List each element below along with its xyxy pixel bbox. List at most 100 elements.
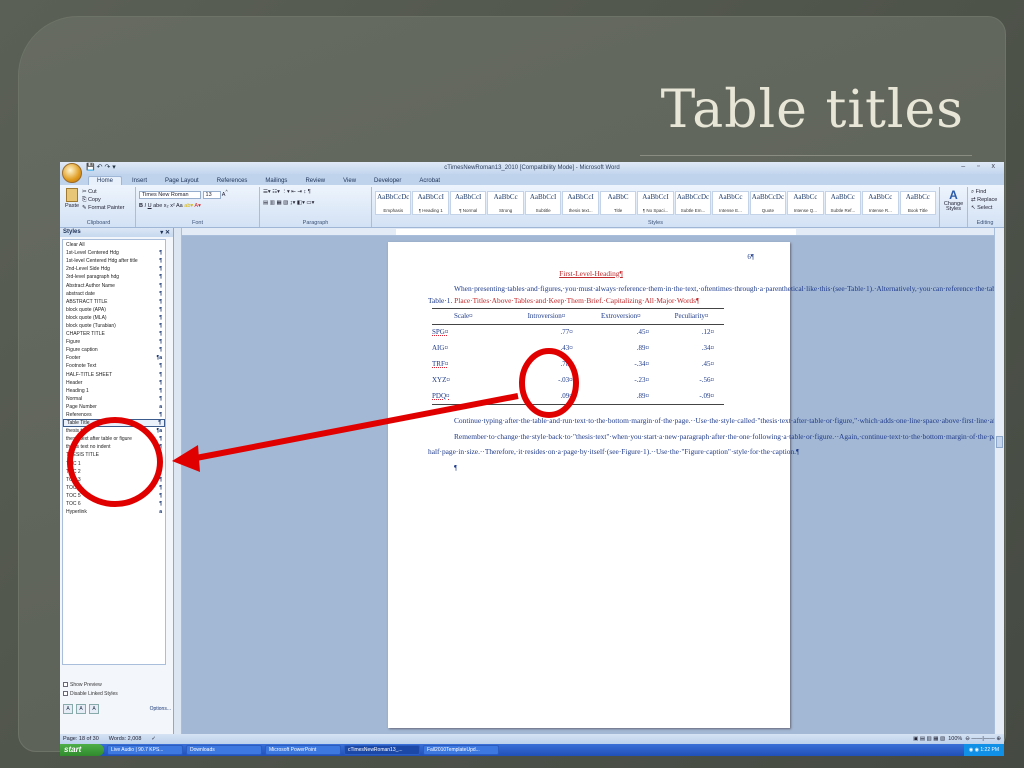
tab-mailings[interactable]: Mailings [257, 177, 295, 185]
word-count[interactable]: Words: 2,008 [109, 736, 142, 742]
style-list-item[interactable]: 1st-Level Centered Hdg ¶ [63, 249, 165, 257]
style-list-item[interactable]: CHAPTER TITLE ¶ [63, 330, 165, 338]
tab-home[interactable]: Home [88, 176, 123, 185]
style-gallery-item[interactable]: AaBbCcDc Quote [749, 191, 787, 215]
style-list-item[interactable]: Hyperlink a [63, 508, 165, 516]
new-style-icon[interactable]: A [63, 704, 73, 714]
style-list-item[interactable]: Heading 1 ¶ [63, 387, 165, 395]
tab-developer[interactable]: Developer [366, 177, 409, 185]
zoom-control[interactable]: ▣ ▤ ▥ ▦ ▧ 100% ⊖ ——|—— ⊕ [913, 736, 1001, 742]
style-list-item[interactable]: THESIS TITLE ¶ [63, 451, 165, 459]
list-buttons[interactable]: ☰▾ ☷▾ ⋮▾ ⇤ ⇥ ↕ ¶ [263, 188, 368, 196]
align-buttons[interactable]: ▤ ▥ ▦ ▧ ↨▾ ◧▾ ▭▾ [263, 199, 368, 207]
quick-access-toolbar[interactable]: 💾 ↶ ↷ ▾ [86, 163, 116, 171]
style-list-item[interactable]: 1st-level Centered Hdg after title ¶ [63, 257, 165, 265]
style-list-item[interactable]: Figure ¶ [63, 338, 165, 346]
tab-insert[interactable]: Insert [124, 177, 155, 185]
highlight-icon[interactable]: ab▾ [184, 203, 193, 209]
style-list-item[interactable]: ABSTRACT TITLE ¶ [63, 298, 165, 306]
proofing-icon[interactable]: ✓ [151, 736, 156, 742]
style-inspector-icon[interactable]: A [76, 704, 86, 714]
style-list-item[interactable]: 2nd-Level Side Hdg ¶ [63, 265, 165, 273]
style-gallery-item[interactable]: AaBbCcDc Subtle Em... [674, 191, 712, 215]
tab-review[interactable]: Review [297, 177, 333, 185]
style-list-item[interactable]: Clear All [63, 241, 165, 249]
style-gallery-item[interactable]: AaBbCc Strong [487, 191, 524, 215]
options-link[interactable]: Options... [150, 706, 171, 712]
office-button[interactable] [62, 163, 82, 183]
close-icon[interactable]: ▾ ✕ [160, 229, 170, 236]
style-list-item[interactable]: TOC 2 ¶ [63, 468, 165, 476]
font-color-icon[interactable]: A▾ [194, 203, 200, 209]
tab-view[interactable]: View [335, 177, 364, 185]
style-gallery-item[interactable]: AaBbCcI ¶ Heading 1 [412, 191, 449, 215]
style-gallery-item[interactable]: AaBbCcI ¶ No Spaci... [637, 191, 674, 215]
font-size-box[interactable]: 13 [202, 190, 221, 199]
style-gallery-item[interactable]: AaBbCc Intense R... [862, 191, 899, 215]
tab-acrobat[interactable]: Acrobat [411, 177, 448, 185]
document-body[interactable]: 6¶ First-Level-Heading¶ When·presenting·… [428, 250, 1004, 475]
style-list-item[interactable]: block quote (APA) ¶ [63, 306, 165, 314]
show-preview-checkbox[interactable]: Show Preview [63, 680, 118, 689]
horizontal-ruler[interactable] [182, 228, 994, 236]
disable-linked-checkbox[interactable]: Disable Linked Styles [63, 689, 118, 698]
page-count[interactable]: Page: 18 of 30 [63, 736, 99, 742]
tray-icons[interactable]: ◉ ◉ [969, 747, 981, 753]
style-gallery-item[interactable]: AaBbCc Book Title [899, 191, 937, 215]
style-list-item[interactable]: Figure caption ¶ [63, 346, 165, 354]
style-list-item[interactable]: TOC 3 ¶ [63, 476, 165, 484]
style-gallery-item[interactable]: AaBbCc Intense Q... [787, 191, 824, 215]
zoom-slider[interactable]: ⊖ ——|—— ⊕ [965, 736, 1001, 742]
style-gallery-item[interactable]: AaBbCcI thesis text... [562, 191, 599, 215]
change-styles-button[interactable]: A Change Styles [940, 187, 968, 227]
task-word-document[interactable]: cTimesNewRoman13_... [344, 745, 420, 755]
scroll-thumb[interactable] [996, 436, 1003, 448]
tab-page-layout[interactable]: Page Layout [157, 177, 207, 185]
vertical-scrollbar[interactable] [994, 228, 1004, 734]
style-list-item[interactable]: References ¶ [63, 411, 165, 419]
style-list-item[interactable]: thesis text after table or figure ¶ [63, 435, 165, 443]
copy-button[interactable]: ⎘ Copy [82, 196, 125, 204]
cut-button[interactable]: ✂ Cut [82, 188, 125, 196]
style-list-item[interactable]: TOC 4 ¶ [63, 484, 165, 492]
style-list-item[interactable]: thesis text no indent ¶ [63, 443, 165, 451]
style-list-item[interactable]: HALF-TITLE SHEET ¶ [63, 371, 165, 379]
style-list-item[interactable]: TOC 1 ¶ [63, 460, 165, 468]
task-template[interactable]: Fall2010TemplateUpd... [423, 745, 499, 755]
format-painter-button[interactable]: ✎ Format Painter [82, 204, 125, 212]
style-list-item[interactable]: thesis text ¶a [63, 427, 165, 435]
font-format-buttons[interactable]: B I U abe x₂ x² Aa ab▾ A▾ [139, 202, 256, 210]
select-button[interactable]: ↖ Select [971, 204, 999, 212]
style-list-item[interactable]: Table Title ¶ [63, 419, 165, 428]
style-gallery-item[interactable]: AaBbCcDc Emphasis [375, 191, 412, 215]
style-list-item[interactable]: Header ¶ [63, 379, 165, 387]
style-list-item[interactable]: 3rd-level paragraph hdg ¶ [63, 273, 165, 281]
style-gallery-item[interactable]: AaBbCc Subtle Ref... [824, 191, 862, 215]
replace-button[interactable]: ⇄ Replace [971, 196, 999, 204]
style-list-item[interactable]: Footnote Text ¶ [63, 362, 165, 370]
style-list-item[interactable]: TOC 5 ¶ [63, 492, 165, 500]
style-list-item[interactable]: Normal ¶ [63, 395, 165, 403]
start-button[interactable]: start [60, 744, 104, 756]
style-list-item[interactable]: block quote (MLA) ¶ [63, 314, 165, 322]
style-list-item[interactable]: Abstract Author Name ¶ [63, 281, 165, 289]
window-controls[interactable]: – ▫ x [961, 163, 1000, 170]
document-page[interactable]: 6¶ First-Level-Heading¶ When·presenting·… [388, 242, 1004, 728]
style-gallery-item[interactable]: AaBbCcI Subtitle [524, 191, 562, 215]
style-gallery-item[interactable]: AaBbC Title [599, 191, 637, 215]
style-list-item[interactable]: Page Number a [63, 403, 165, 411]
style-list-item[interactable]: abstract date ¶ [63, 290, 165, 298]
find-button[interactable]: ⌕ Find [971, 188, 999, 196]
grow-font-icon[interactable]: A^ [222, 189, 228, 198]
manage-styles-icon[interactable]: A [89, 704, 99, 714]
style-list-item[interactable]: TOC 6 ¶ [63, 500, 165, 508]
style-gallery-item[interactable]: AaBbCcI ¶ Normal [449, 191, 487, 215]
paste-button[interactable]: Paste [65, 188, 79, 212]
task-downloads[interactable]: Downloads [186, 745, 262, 755]
task-live-audio[interactable]: Live Audio | 90.7 KPS... [107, 745, 183, 755]
style-list-item[interactable]: block quote (Turabian) ¶ [63, 322, 165, 330]
task-powerpoint[interactable]: Microsoft PowerPoint [265, 745, 341, 755]
font-name-box[interactable]: Times New Roman [139, 190, 201, 199]
tab-references[interactable]: References [209, 177, 256, 185]
style-gallery-item[interactable]: AaBbCc Intense E... [712, 191, 749, 215]
